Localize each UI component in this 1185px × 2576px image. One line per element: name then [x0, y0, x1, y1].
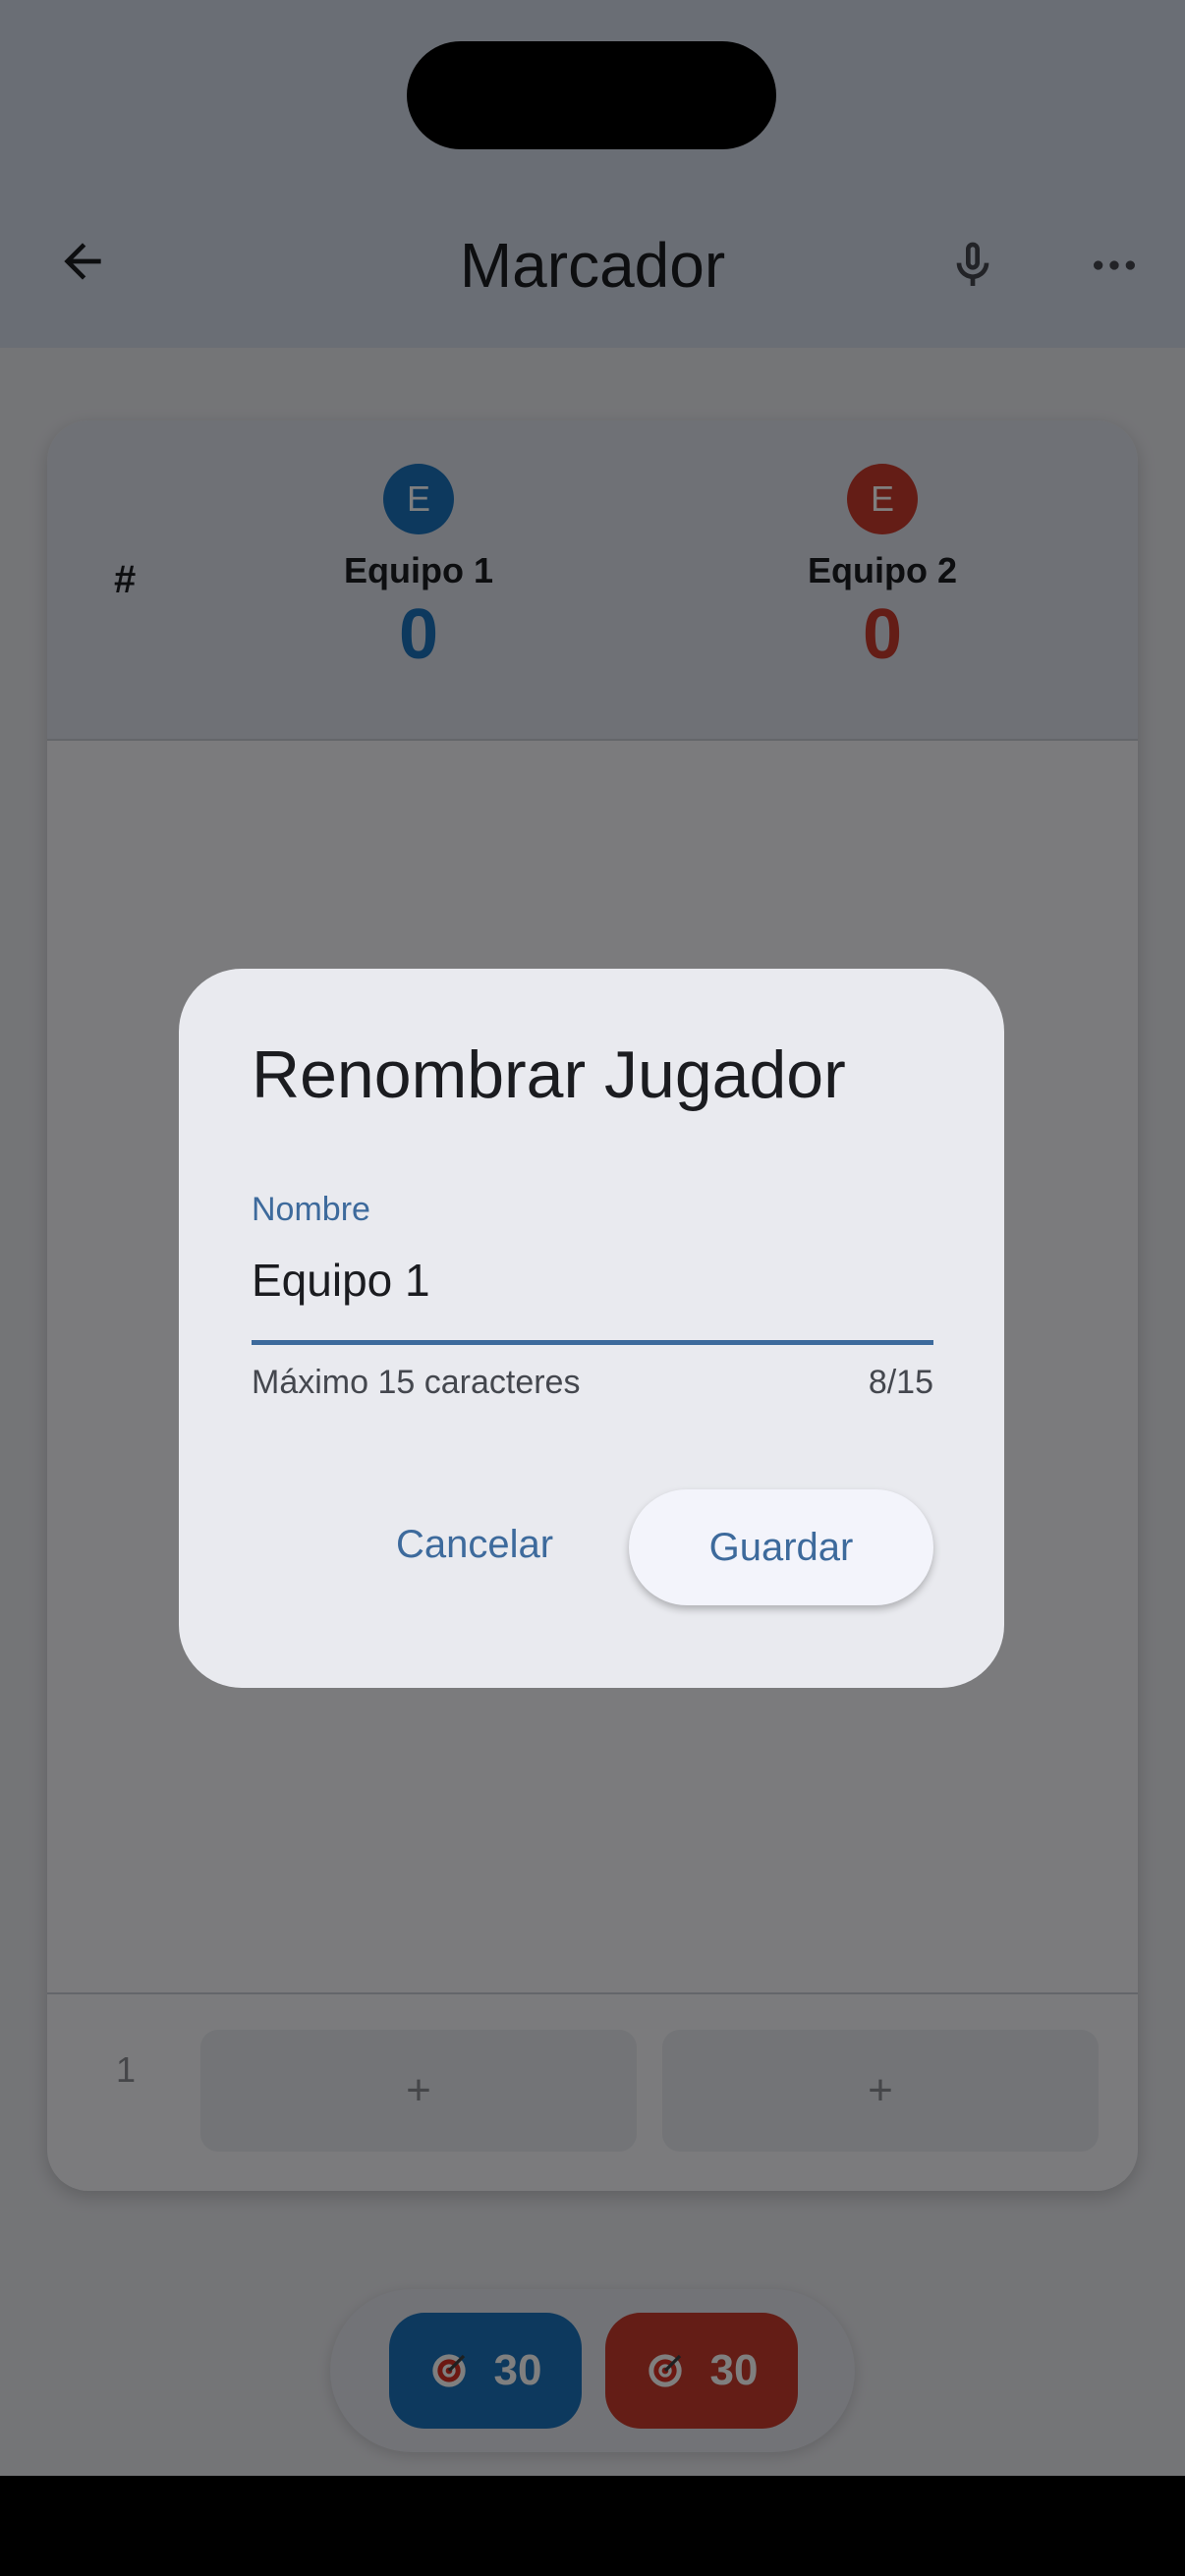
name-input-underline: [252, 1340, 933, 1345]
name-input[interactable]: [252, 1238, 933, 1322]
scoreboard-screen: Marcador # E Equipo 1 0 E Equipo 2: [0, 0, 1185, 2476]
rename-dialog: Renombrar Jugador Nombre Máximo 15 carac…: [179, 969, 1004, 1688]
character-counter: 8/15: [868, 1364, 933, 1401]
name-helper-text: Máximo 15 caracteres: [252, 1364, 581, 1401]
save-button[interactable]: Guardar: [629, 1489, 933, 1605]
cancel-button[interactable]: Cancelar: [369, 1489, 580, 1599]
name-field-label: Nombre: [252, 1191, 370, 1228]
dialog-title: Renombrar Jugador: [252, 1037, 846, 1112]
system-bottom-bar: [0, 2476, 1185, 2576]
